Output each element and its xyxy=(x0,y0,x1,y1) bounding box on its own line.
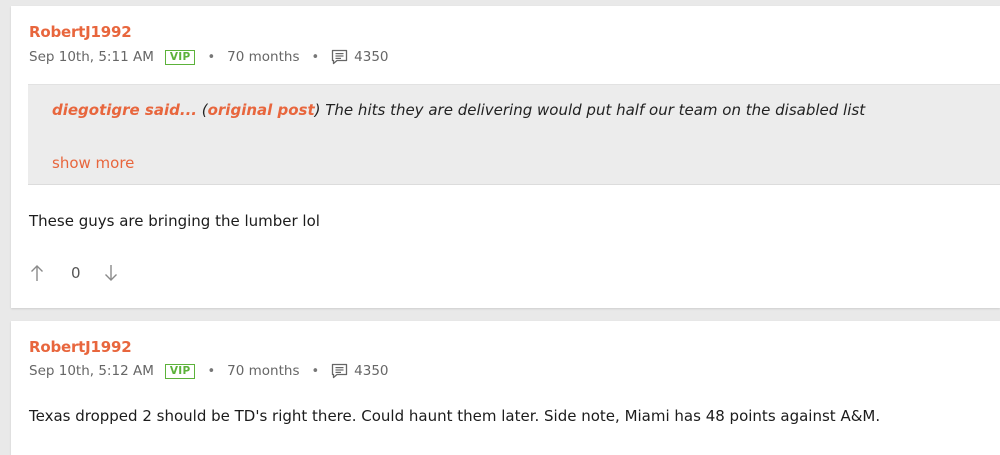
quote-text: The hits they are delivering would put h… xyxy=(325,101,866,119)
comment-feed: RobertJ1992 Sep 10th, 5:11 AM VIP • 70 m… xyxy=(0,0,1000,455)
comment-body: Texas dropped 2 should be TD's right the… xyxy=(29,407,881,425)
vote-controls: 0 xyxy=(29,262,119,284)
username-link[interactable]: RobertJ1992 xyxy=(29,23,132,41)
timestamp: Sep 10th, 5:12 AM xyxy=(29,363,154,379)
member-tenure: 70 months xyxy=(227,49,300,65)
arrow-down-icon[interactable] xyxy=(103,263,119,283)
show-more-link[interactable]: show more xyxy=(52,154,134,172)
comment-card: RobertJ1992 Sep 10th, 5:12 AM VIP • 70 m… xyxy=(11,321,1000,455)
post-meta: Sep 10th, 5:11 AM VIP • 70 months • 4350 xyxy=(29,47,389,67)
post-count: 4350 xyxy=(354,49,389,65)
quote-line: diegotigre said... (original post) The h… xyxy=(52,101,865,119)
vip-badge: VIP xyxy=(164,363,196,379)
timestamp: Sep 10th, 5:11 AM xyxy=(29,49,154,65)
separator-dot: • xyxy=(207,49,216,65)
original-post-link[interactable]: original post xyxy=(208,101,315,119)
post-meta: Sep 10th, 5:12 AM VIP • 70 months • 4350 xyxy=(29,361,389,381)
comment-card: RobertJ1992 Sep 10th, 5:11 AM VIP • 70 m… xyxy=(11,6,1000,308)
vip-badge: VIP xyxy=(164,49,196,65)
vote-score: 0 xyxy=(71,264,81,282)
comment-body: These guys are bringing the lumber lol xyxy=(29,212,320,230)
separator-dot: • xyxy=(207,363,216,379)
message-icon xyxy=(331,363,348,379)
quote-author[interactable]: diegotigre said... xyxy=(52,101,197,119)
post-count: 4350 xyxy=(354,363,389,379)
message-icon xyxy=(331,49,348,65)
username-link[interactable]: RobertJ1992 xyxy=(29,338,132,356)
separator-dot: • xyxy=(311,363,320,379)
member-tenure: 70 months xyxy=(227,363,300,379)
quote-paren-close: ) xyxy=(314,101,326,119)
quoted-post: diegotigre said... (original post) The h… xyxy=(28,84,1000,185)
arrow-up-icon[interactable] xyxy=(29,263,45,283)
separator-dot: • xyxy=(311,49,320,65)
